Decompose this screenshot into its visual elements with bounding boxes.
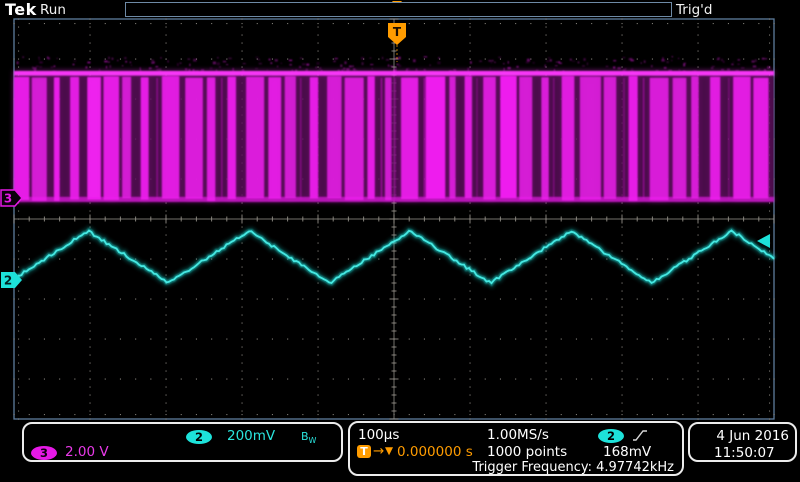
acquisition-preview-bar [125, 2, 672, 17]
trigger-t-icon: T [357, 445, 371, 458]
timebase-value: 100µs [358, 427, 399, 443]
trigger-source-badge: 2 [598, 429, 624, 443]
trigger-level-value: 168mV [603, 444, 651, 460]
trigger-slope-icon [632, 428, 648, 443]
oscilloscope-screen: 3 2 T Tek Run Trig'd 2 200mV BW 3 2.00 V 1… [0, 0, 800, 482]
delay-value: 0.000000 s [397, 444, 473, 460]
delay-arrow-icon: → [373, 443, 384, 459]
ch3-badge: 3 [31, 446, 57, 460]
trigger-flag[interactable]: T [388, 23, 406, 62]
svg-text:2: 2 [4, 274, 12, 288]
record-length-value: 1000 points [487, 444, 567, 460]
time-value: 11:50:07 [714, 445, 775, 461]
svg-text:3: 3 [4, 192, 12, 206]
scope-display-svg: 3 2 T [0, 0, 800, 482]
tek-logo: Tek [5, 0, 37, 19]
svg-text:T: T [393, 25, 402, 39]
datetime-box[interactable]: 4 Jun 2016 11:50:07 [688, 422, 797, 462]
channel-readout-box[interactable]: 2 200mV BW 3 2.00 V [22, 422, 343, 462]
ch3-trace [14, 56, 774, 202]
horizontal-trigger-readout-box[interactable]: 100µs 1.00MS/s 2 T → ▼ 0.000000 s 1000 p… [348, 421, 684, 476]
ch2-scale: 200mV [227, 428, 275, 444]
delay-marker-icon: ▼ [385, 445, 393, 457]
acquisition-status: Run [40, 2, 66, 18]
trigger-status: Trig'd [676, 2, 712, 18]
ch3-scale: 2.00 V [65, 444, 109, 460]
trigger-frequency-label: Trigger Frequency: 4.97742kHz [472, 460, 674, 475]
date-value: 4 Jun 2016 [716, 428, 789, 444]
ch2-bandwidth-icon: BW [301, 430, 316, 445]
sample-rate-value: 1.00MS/s [487, 427, 549, 443]
ch2-badge: 2 [186, 430, 212, 444]
